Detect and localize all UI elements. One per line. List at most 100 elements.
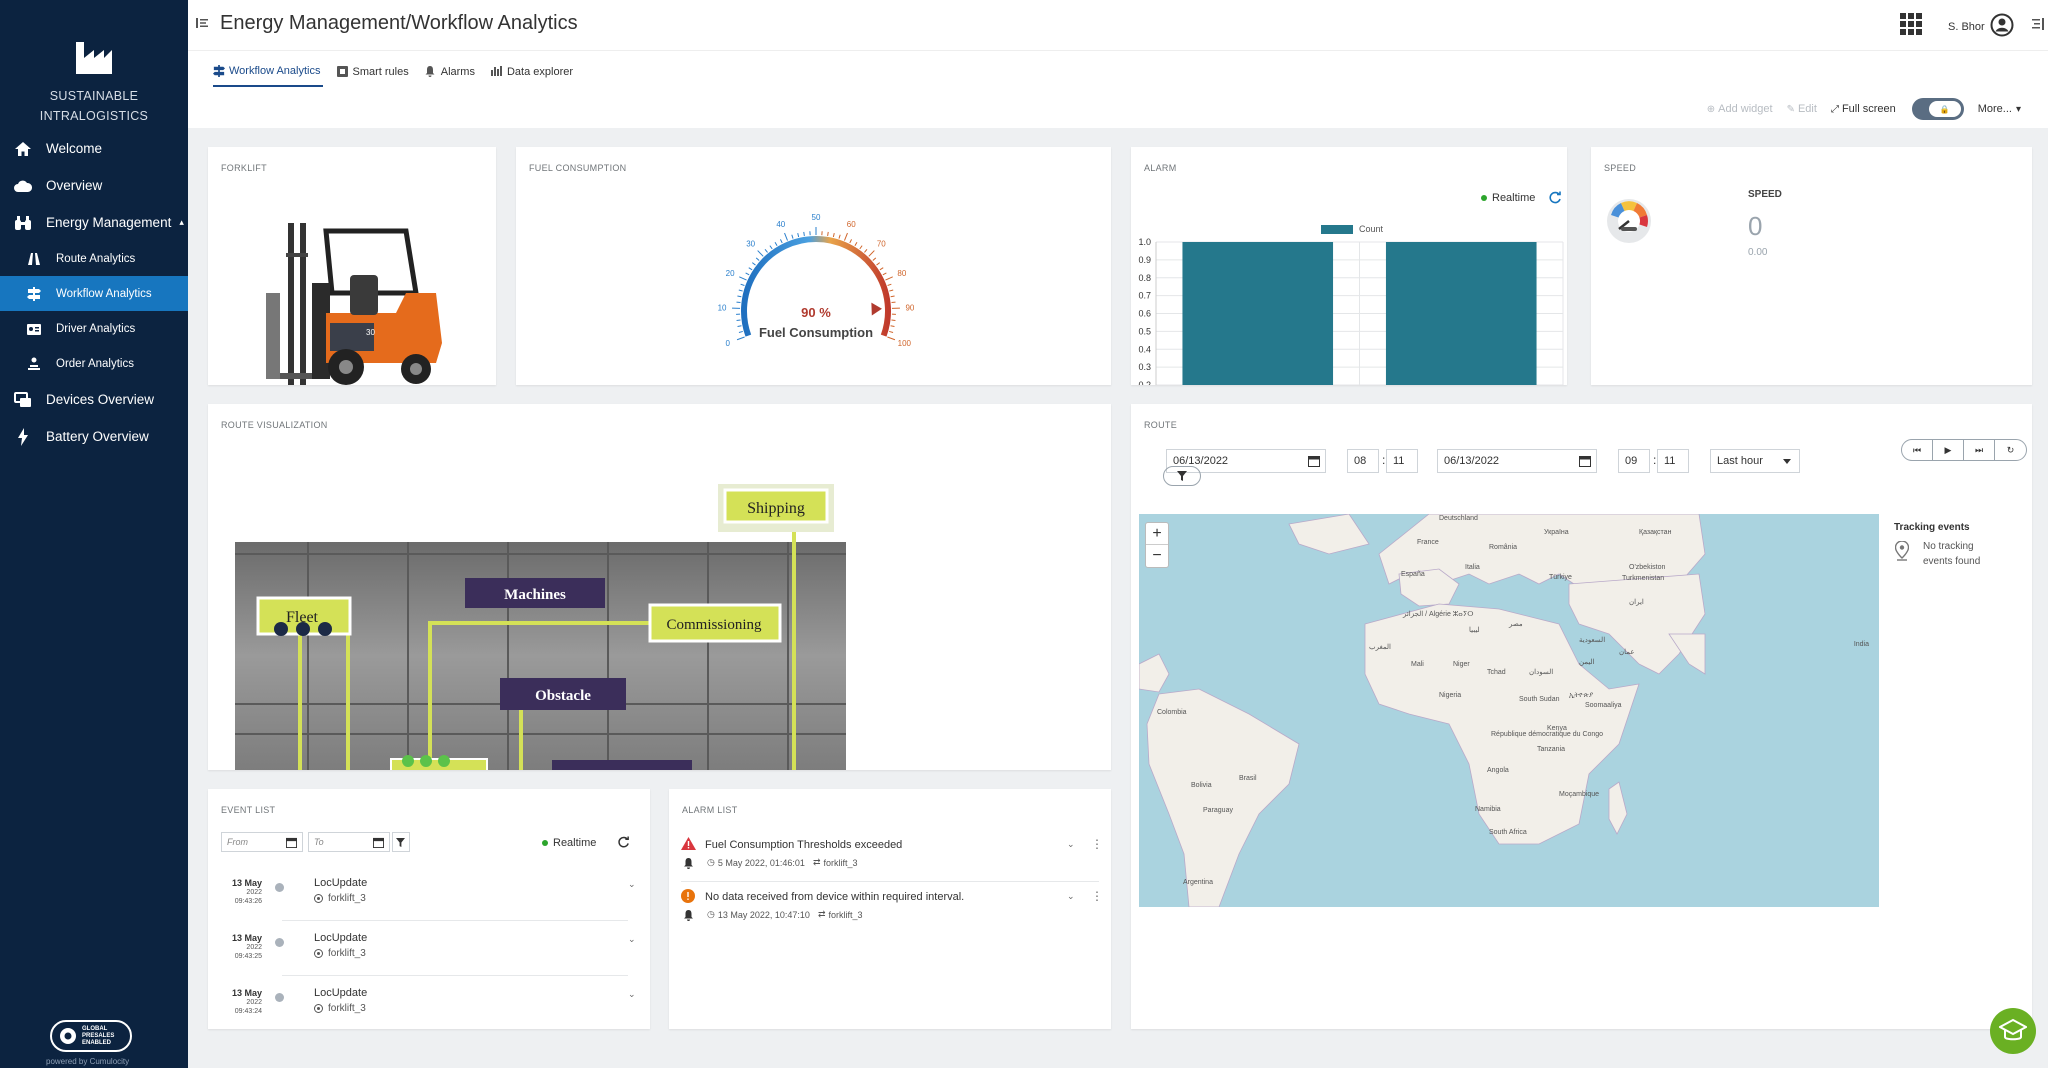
event-source[interactable]: forklift_3 xyxy=(314,948,366,959)
nav-driver-label: Driver Analytics xyxy=(56,322,136,335)
to-date-input[interactable]: 06/13/2022 xyxy=(1437,449,1597,473)
gauge-tick xyxy=(885,276,893,281)
gauge-tick xyxy=(740,283,745,286)
lock-toggle[interactable]: 🔒 xyxy=(1911,98,1964,120)
map-label: South Sudan xyxy=(1519,696,1560,703)
nav-devices-overview[interactable]: Devices Overview xyxy=(0,381,188,418)
nav-order-analytics[interactable]: Order Analytics xyxy=(0,346,188,381)
full-screen-button[interactable]: ⤢ Full screen xyxy=(1831,103,1896,115)
gauge-tick xyxy=(864,249,868,253)
realtime-toggle[interactable]: Realtime xyxy=(1481,192,1535,204)
nav-welcome[interactable]: Welcome xyxy=(0,130,188,167)
user-name[interactable]: S. Bhor xyxy=(1948,21,1985,33)
status-dot xyxy=(542,840,548,846)
to-date-input[interactable]: To xyxy=(308,832,390,852)
edit-button[interactable]: ✎ Edit xyxy=(1787,103,1817,115)
realtime-toggle[interactable]: Realtime xyxy=(542,837,596,849)
powered-by: powered by Cumulocity xyxy=(46,1057,130,1066)
tab-alarms-label: Alarms xyxy=(440,66,475,78)
map-tiles: Deutschland Україна Қазақстан France Rom… xyxy=(1139,514,1869,907)
alarm-row[interactable]: Fuel Consumption Thresholds exceeded ◷ 5 … xyxy=(681,837,1109,887)
nav-overview[interactable]: Overview xyxy=(0,167,188,204)
right-drawer-icon[interactable] xyxy=(2032,17,2044,31)
from-minute-input[interactable]: 11 xyxy=(1386,449,1418,473)
event-row[interactable]: 13 May 2022 09:43:26 LocUpdate forklift_3 … xyxy=(220,873,640,927)
zoom-in-button[interactable]: + xyxy=(1146,523,1168,545)
alarm-row[interactable]: No data received from device within requ… xyxy=(681,889,1109,939)
nav-driver-analytics[interactable]: Driver Analytics xyxy=(0,311,188,346)
label-obstacle: Obstacle xyxy=(535,688,591,704)
more-actions-icon[interactable]: ⋮ xyxy=(1091,837,1103,851)
refresh-icon[interactable] xyxy=(1548,191,1562,205)
event-day: 13 May xyxy=(231,988,262,998)
map-label: Soomaaliya xyxy=(1585,702,1622,709)
gauge-tick xyxy=(755,257,760,261)
nav-workflow-analytics[interactable]: Workflow Analytics xyxy=(0,276,188,311)
skip-forward-button[interactable]: ⏭ xyxy=(1964,440,1995,460)
to-hour-input[interactable]: 09 xyxy=(1618,449,1650,473)
playback-controls: ⏮ ▶ ⏭ ↻ xyxy=(1901,439,2027,461)
nav-energy-management[interactable]: Energy Management ▴ xyxy=(0,204,188,241)
to-minute-input[interactable]: 11 xyxy=(1657,449,1689,473)
event-time: 09:43:26 xyxy=(234,898,262,905)
map-label: الجزائر / Algérie ⵣⴰⵢⵔ xyxy=(1402,610,1473,618)
calendar-icon[interactable] xyxy=(286,837,297,848)
time-range-select[interactable]: Last hour xyxy=(1710,449,1800,473)
play-button[interactable]: ▶ xyxy=(1933,440,1964,460)
add-widget-label: Add widget xyxy=(1718,103,1773,115)
exchange-icon: ⇄ xyxy=(817,909,826,919)
event-row[interactable]: 13 May 2022 09:43:24 LocUpdate forklift_3 … xyxy=(220,983,640,1029)
tab-smart-rules[interactable]: Smart rules xyxy=(336,63,411,87)
refresh-icon[interactable] xyxy=(617,836,630,849)
event-source-name: forklift_3 xyxy=(328,893,366,904)
widget-title: SPEED xyxy=(1604,163,1637,173)
nav-battery-overview[interactable]: Battery Overview xyxy=(0,418,188,455)
calendar-icon[interactable] xyxy=(373,837,384,848)
gauge-tick xyxy=(876,262,881,266)
app-switcher-icon[interactable] xyxy=(1900,13,1922,35)
tab-alarms[interactable]: Alarms xyxy=(425,63,477,87)
tab-workflow-analytics[interactable]: Workflow Analytics xyxy=(213,63,323,87)
event-row[interactable]: 13 May 2022 09:43:25 LocUpdate forklift_3 … xyxy=(220,928,640,982)
reload-button[interactable]: ↻ xyxy=(1995,440,2026,460)
alarm-source[interactable]: forklift_3 xyxy=(828,910,862,920)
calendar-icon[interactable] xyxy=(1579,455,1591,467)
chevron-down-icon[interactable]: ⌄ xyxy=(628,989,636,1000)
gauge-tick xyxy=(797,232,800,238)
more-menu-button[interactable]: More... ▾ xyxy=(1978,103,2024,115)
more-actions-icon[interactable]: ⋮ xyxy=(1091,889,1103,903)
event-source[interactable]: forklift_3 xyxy=(314,893,366,904)
chevron-down-icon[interactable]: ⌄ xyxy=(628,934,636,945)
user-avatar-icon[interactable] xyxy=(1990,13,2014,37)
tracking-events-title: Tracking events xyxy=(1894,522,1970,533)
event-source[interactable]: forklift_3 xyxy=(314,1003,366,1014)
from-hour-input[interactable]: 08 xyxy=(1347,449,1379,473)
chevron-down-icon[interactable]: ⌄ xyxy=(628,879,636,890)
skip-back-button[interactable]: ⏮ xyxy=(1902,440,1933,460)
gauge-tick xyxy=(882,272,887,276)
chevron-down-icon[interactable]: ⌄ xyxy=(1067,839,1075,850)
alarm-meta: ◷ 13 May 2022, 10:47:10 ⇄ forklift_3 xyxy=(707,909,863,920)
clock-icon: ◷ xyxy=(707,857,715,867)
topbar: Energy Management/Workflow Analytics S. … xyxy=(188,0,2048,50)
map-label: Argentina xyxy=(1183,879,1213,886)
from-date-input[interactable]: From xyxy=(221,832,303,852)
chevron-down-icon[interactable]: ⌄ xyxy=(1067,891,1075,902)
map-label: ኢትዮጵያ xyxy=(1569,692,1593,699)
collapse-menu-icon[interactable] xyxy=(196,17,208,29)
route-map[interactable]: Deutschland Україна Қазақстан France Rom… xyxy=(1139,514,1879,907)
tab-data-explorer[interactable]: Data explorer xyxy=(490,63,575,87)
add-widget-button[interactable]: ⊕ Add widget xyxy=(1707,103,1773,115)
event-year: 2022 xyxy=(246,944,262,951)
filter-button[interactable] xyxy=(392,832,410,852)
clock-icon: ◷ xyxy=(707,909,715,919)
nav-overview-label: Overview xyxy=(46,178,103,193)
map-label: Brasil xyxy=(1239,775,1257,782)
gauge-label: Fuel Consumption xyxy=(759,325,873,340)
nav-route-analytics[interactable]: Route Analytics xyxy=(0,241,188,276)
alarm-source[interactable]: forklift_3 xyxy=(823,858,857,868)
zoom-out-button[interactable]: − xyxy=(1146,545,1168,567)
calendar-icon[interactable] xyxy=(1308,455,1320,467)
help-assistant-button[interactable] xyxy=(1990,1008,2036,1054)
filter-button[interactable] xyxy=(1163,466,1201,486)
